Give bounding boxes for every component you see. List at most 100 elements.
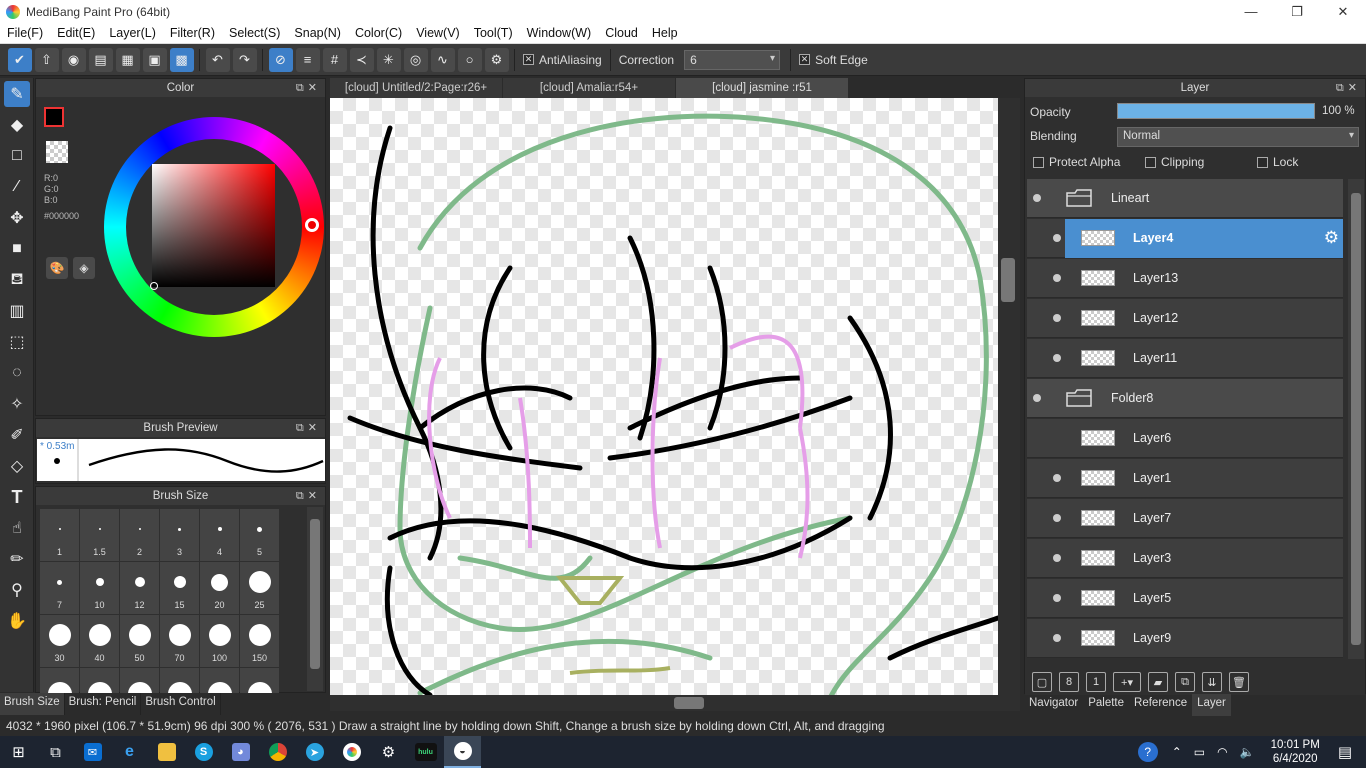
ellipse-snap-icon[interactable]: ○ bbox=[457, 47, 482, 72]
scrollbar-thumb[interactable] bbox=[1351, 193, 1361, 645]
brush-size-option[interactable] bbox=[80, 668, 119, 693]
curve-snap-icon[interactable]: ∿ bbox=[430, 47, 455, 72]
canvas-horizontal-scrollbar[interactable] bbox=[330, 695, 1020, 711]
eyedropper-tool-icon[interactable]: ⚲ bbox=[4, 577, 30, 603]
brush-size-option[interactable] bbox=[240, 668, 279, 693]
sv-marker[interactable] bbox=[150, 282, 158, 290]
menu-filter[interactable]: Filter(R) bbox=[163, 26, 222, 40]
brush-size-option[interactable] bbox=[160, 668, 199, 693]
visibility-toggle-icon[interactable] bbox=[1053, 474, 1061, 482]
new-color-layer-icon[interactable]: 8 bbox=[1059, 672, 1079, 692]
visibility-toggle-icon[interactable] bbox=[1053, 354, 1061, 362]
task-view-icon[interactable]: ⧉ bbox=[37, 736, 74, 768]
layer-row[interactable]: Layer5 bbox=[1027, 579, 1343, 618]
layer-row[interactable]: Layer3 bbox=[1027, 539, 1343, 578]
text-tool-icon[interactable]: T bbox=[4, 484, 30, 510]
brush-size-option[interactable]: 2 bbox=[120, 509, 159, 561]
mail-icon[interactable]: ✉ bbox=[74, 736, 111, 768]
hue-marker[interactable] bbox=[305, 218, 319, 232]
tab-layer[interactable]: Layer bbox=[1192, 694, 1231, 716]
color-picker-icon[interactable]: ◈ bbox=[73, 257, 95, 279]
volume-icon[interactable]: 🔈 bbox=[1240, 745, 1255, 759]
help-icon[interactable]: ? bbox=[1137, 742, 1158, 762]
visibility-toggle-icon[interactable] bbox=[1033, 194, 1041, 202]
layer-content[interactable]: Layer9 bbox=[1065, 619, 1343, 658]
select-pen-tool-icon[interactable]: ✐ bbox=[4, 422, 30, 448]
drawing-canvas[interactable] bbox=[330, 98, 998, 695]
tab-document-amalia[interactable]: [cloud] Amalia:r54+ bbox=[503, 78, 675, 98]
visibility-toggle-icon[interactable] bbox=[1053, 274, 1061, 282]
layer-content[interactable]: Layer3 bbox=[1065, 539, 1343, 578]
saturation-value-square[interactable] bbox=[152, 164, 275, 287]
layer-row[interactable]: Layer1 bbox=[1027, 459, 1343, 498]
parallel-snap-icon[interactable]: ≡ bbox=[295, 47, 320, 72]
delete-layer-icon[interactable]: 🗑 bbox=[1229, 672, 1249, 692]
vanishing-snap-icon[interactable]: ≺ bbox=[349, 47, 374, 72]
lock-checkbox[interactable] bbox=[1257, 156, 1268, 168]
brush-size-option[interactable]: 10 bbox=[80, 562, 119, 614]
layer-folder-row[interactable]: Folder8 bbox=[1027, 379, 1343, 418]
menu-view[interactable]: View(V) bbox=[409, 26, 467, 40]
blur-tool-icon[interactable]: ⁄ bbox=[4, 174, 30, 200]
maximize-button[interactable]: ❐ bbox=[1274, 0, 1320, 23]
select-eraser-tool-icon[interactable]: ◇ bbox=[4, 453, 30, 479]
scrollbar-thumb[interactable] bbox=[310, 519, 320, 669]
transparent-color-swatch[interactable] bbox=[46, 141, 68, 163]
dot-tool-icon[interactable]: □ bbox=[4, 143, 30, 169]
tab-brush-size[interactable]: Brush Size bbox=[0, 693, 65, 715]
primary-color-swatch[interactable] bbox=[44, 107, 64, 127]
edge-icon[interactable]: e bbox=[111, 736, 148, 768]
brush-size-option[interactable]: 12 bbox=[120, 562, 159, 614]
palette-icon[interactable]: 🎨 bbox=[46, 257, 68, 279]
layer-content[interactable]: Layer13 bbox=[1065, 259, 1343, 298]
layer-settings-gear-icon[interactable]: ⚙ bbox=[1324, 228, 1339, 248]
move-tool-icon[interactable]: ✥ bbox=[4, 205, 30, 231]
bucket-tool-icon[interactable]: ⛾ bbox=[4, 267, 30, 293]
visibility-toggle-icon[interactable] bbox=[1033, 394, 1041, 402]
scrollbar-thumb[interactable] bbox=[674, 697, 704, 709]
cloud-save-icon[interactable]: ✔ bbox=[7, 47, 32, 72]
page-manager-icon[interactable]: ▣ bbox=[142, 47, 167, 72]
eraser-tool-icon[interactable]: ◆ bbox=[4, 112, 30, 138]
lock-option[interactable]: Lock bbox=[1257, 155, 1298, 169]
new-1bit-layer-icon[interactable]: 1 bbox=[1086, 672, 1106, 692]
tab-brush-control[interactable]: Brush Control bbox=[141, 693, 221, 715]
brush-size-option[interactable] bbox=[40, 668, 79, 693]
layer-content[interactable]: Layer4 ⚙ bbox=[1065, 218, 1343, 258]
battery-icon[interactable]: ▭ bbox=[1194, 745, 1205, 759]
tab-document-jasmine[interactable]: [cloud] jasmine :r51 bbox=[676, 78, 848, 98]
tab-navigator[interactable]: Navigator bbox=[1024, 694, 1083, 716]
layer-content[interactable]: Layer12 bbox=[1065, 299, 1343, 338]
brush-tool-icon[interactable]: ✎ bbox=[4, 81, 30, 107]
brush-size-option[interactable] bbox=[200, 668, 239, 693]
chrome-icon[interactable] bbox=[259, 736, 296, 768]
settings-icon[interactable]: ⚙ bbox=[370, 736, 407, 768]
fill-rect-tool-icon[interactable]: ■ bbox=[4, 236, 30, 262]
menu-window[interactable]: Window(W) bbox=[520, 26, 599, 40]
antialiasing-checkbox[interactable]: ✕ bbox=[523, 54, 534, 65]
layer-content[interactable]: Layer7 bbox=[1065, 499, 1343, 538]
brush-size-scrollbar[interactable] bbox=[307, 507, 323, 691]
panel-float-close-icon[interactable]: ⧉✕ bbox=[296, 487, 321, 505]
redo-icon[interactable]: ↷ bbox=[232, 47, 257, 72]
clipping-checkbox[interactable] bbox=[1145, 156, 1156, 168]
brush-size-option[interactable]: 150 bbox=[240, 615, 279, 667]
layer-row[interactable]: Layer6 bbox=[1027, 419, 1343, 458]
new-folder-icon[interactable]: ▰ bbox=[1148, 672, 1168, 692]
protect-alpha-checkbox[interactable] bbox=[1033, 156, 1044, 168]
brush-size-option[interactable]: 7 bbox=[40, 562, 79, 614]
undo-icon[interactable]: ↶ bbox=[205, 47, 230, 72]
close-button[interactable]: ✕ bbox=[1320, 0, 1366, 23]
file-explorer-icon[interactable] bbox=[148, 736, 185, 768]
scrollbar-thumb[interactable] bbox=[1001, 258, 1015, 302]
snap-settings-icon[interactable]: ⚙ bbox=[484, 47, 509, 72]
layer-content[interactable]: Layer5 bbox=[1065, 579, 1343, 618]
layer-content[interactable]: Layer6 bbox=[1065, 419, 1343, 458]
medibang-taskbar-icon[interactable] bbox=[333, 736, 370, 768]
hulu-icon[interactable]: hulu bbox=[407, 736, 444, 768]
start-button-icon[interactable]: ⊞ bbox=[0, 736, 37, 768]
layer-row[interactable]: Layer9 bbox=[1027, 619, 1343, 658]
menu-select[interactable]: Select(S) bbox=[222, 26, 287, 40]
brush-size-option[interactable]: 1 bbox=[40, 509, 79, 561]
menu-layer[interactable]: Layer(L) bbox=[102, 26, 163, 40]
